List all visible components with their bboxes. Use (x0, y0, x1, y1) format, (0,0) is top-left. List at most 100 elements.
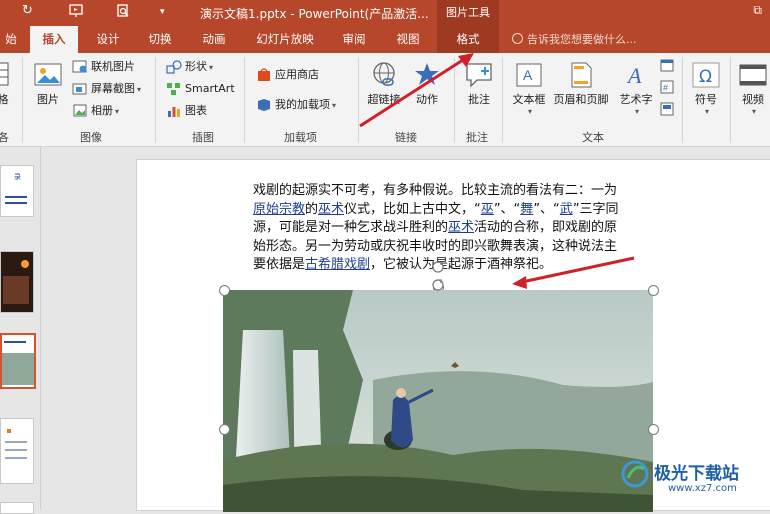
ribbon-display-options-icon[interactable]: ⧉ (753, 3, 762, 18)
comment-label: 批注 (468, 93, 490, 106)
text-run: 的 (305, 201, 319, 217)
picture-handle-mid-left[interactable] (219, 424, 230, 435)
lightbulb-icon (512, 33, 523, 44)
partial-button-left-label: 格 (0, 93, 9, 106)
text-run: 戏剧的起源实不可考，有多种假说。比较主流的看法有二：一为 (253, 183, 618, 198)
slide-thumbnail-1[interactable]: 录 (0, 165, 34, 217)
smartart-label: SmartArt (185, 82, 235, 95)
group-label-addins: 加载项 (284, 131, 317, 144)
hyperlink-primitive-religion[interactable]: 原始宗教 (253, 202, 305, 217)
present-from-start-icon[interactable] (68, 3, 84, 23)
tab-transitions[interactable]: 切换 (138, 26, 182, 53)
tab-home[interactable]: 始 (0, 26, 22, 53)
tab-format[interactable]: 格式 (437, 26, 499, 53)
header-footer-icon (571, 62, 592, 88)
hyperlink-button[interactable]: 超链接 (364, 61, 404, 107)
tell-me-search[interactable]: 告诉我您想要做什么... (512, 26, 637, 53)
tab-review[interactable]: 审阅 (332, 26, 376, 53)
album-button[interactable]: 相册 ▾ (72, 102, 119, 120)
smartart-icon (167, 83, 180, 95)
hyperlink-greek-drama[interactable]: 古希腊戏剧 (305, 257, 370, 272)
tab-animations[interactable]: 动画 (192, 26, 236, 53)
album-label: 相册 (91, 104, 113, 117)
group-label-comments: 批注 (466, 131, 488, 144)
wordart-button[interactable]: A 艺术字 ▾ (614, 61, 658, 116)
picture-handle-top-right[interactable] (648, 285, 659, 296)
slide-thumbnail-3[interactable] (0, 333, 36, 389)
group-label-illustrations: 插图 (192, 131, 214, 144)
selected-picture[interactable] (223, 290, 653, 512)
my-addins-button[interactable]: 我的加载项 ▾ (256, 96, 336, 114)
slide-thumbnail-1-text: 录 (14, 173, 21, 181)
separator (454, 57, 455, 143)
svg-text:Ω: Ω (699, 67, 712, 87)
print-preview-icon[interactable] (115, 3, 131, 23)
action-star-icon (415, 63, 439, 85)
thumbnail-lines (4, 341, 26, 343)
ribbon-insert: 格 各 图片 联机图片 屏幕截图 ▾ 相册 ▾ 图像 形状 ▾ SmartArt 图表… (0, 53, 770, 147)
separator (502, 57, 503, 143)
picture-handle-top-left[interactable] (219, 285, 230, 296)
picture-rotate-handle[interactable] (431, 278, 445, 292)
fire-glow (21, 260, 29, 268)
online-picture-button[interactable]: 联机图片 (72, 58, 135, 76)
date-time-icon (660, 59, 674, 72)
app-store-button[interactable]: 应用商店 (256, 66, 319, 84)
picture-button[interactable]: 图片 (30, 61, 66, 107)
slide-thumbnail-4[interactable] (0, 418, 34, 484)
textbox-button[interactable]: A 文本框 ▾ (508, 61, 550, 116)
object-button[interactable] (660, 102, 674, 119)
video-label: 视频 (742, 93, 764, 106)
slide-thumbnail-pane[interactable]: 录 (0, 147, 41, 514)
partial-button-left[interactable]: 格 (0, 61, 12, 107)
aurora-logo-icon (621, 460, 649, 488)
tab-slideshow[interactable]: 幻灯片放映 (246, 26, 324, 53)
header-footer-button[interactable]: 页眉和页脚 (550, 61, 612, 107)
separator (22, 57, 23, 143)
hyperlink-wu[interactable]: 巫 (481, 202, 494, 217)
picture-handle-mid-right[interactable] (648, 424, 659, 435)
action-label: 动作 (416, 93, 438, 106)
watermark-url: www.xz7.com (668, 483, 737, 494)
app-store-label: 应用商店 (275, 68, 319, 81)
smartart-button[interactable]: SmartArt (166, 80, 235, 98)
shapes-button[interactable]: 形状 ▾ (166, 58, 213, 76)
album-icon (73, 104, 87, 117)
tab-insert[interactable]: 插入 (30, 26, 78, 53)
date-time-button[interactable] (660, 58, 674, 75)
svg-text:#: # (663, 83, 668, 93)
addins-icon (258, 99, 270, 111)
video-button[interactable]: 视频 ▾ (736, 61, 770, 116)
text-run: ”、“ (493, 201, 521, 217)
hyperlink-witchcraft-2[interactable]: 巫术 (448, 220, 474, 235)
wordart-label: 艺术字 (619, 93, 653, 106)
hyperlink-witchcraft[interactable]: 巫术 (318, 202, 344, 217)
hyperlink-label: 超链接 (367, 93, 401, 106)
slide-thumbnail-5[interactable] (0, 502, 34, 514)
symbol-button[interactable]: Ω 符号 ▾ (688, 61, 724, 116)
ribbon-tabs: 始 插入 设计 切换 动画 幻灯片放映 审阅 视图 格式 告诉我您想要做什么..… (0, 26, 770, 53)
screenshot-button[interactable]: 屏幕截图 ▾ (72, 80, 141, 98)
hyperlink-dance[interactable]: 舞 (520, 202, 533, 217)
tab-design[interactable]: 设计 (86, 26, 130, 53)
hyperlink-martial[interactable]: 武 (560, 202, 573, 217)
group-label-partial: 各 (0, 131, 9, 144)
slide-thumbnail-2[interactable] (0, 251, 34, 313)
chevron-down-icon: ▾ (332, 101, 337, 110)
action-button[interactable]: 动作 (408, 61, 446, 107)
chart-icon (168, 107, 180, 117)
redo-icon[interactable]: ↻ (22, 3, 33, 18)
separator (730, 57, 731, 143)
landscape-picture (223, 290, 653, 512)
text-run: 仪式，比如上古中文，“ (344, 201, 481, 217)
qat-dropdown-icon[interactable]: ▾ (160, 7, 165, 17)
chart-button[interactable]: 图表 (166, 102, 207, 120)
text-rotate-handle[interactable] (431, 260, 445, 274)
slide-number-button[interactable]: # (660, 80, 674, 97)
comment-button[interactable]: 批注 (460, 61, 498, 107)
online-picture-label: 联机图片 (91, 60, 135, 73)
text-run: ，它被认为是起源于酒神祭祀。 (370, 257, 553, 272)
tab-view[interactable]: 视图 (386, 26, 430, 53)
group-label-links: 链接 (395, 131, 417, 144)
tell-me-text: 告诉我您想要做什么... (527, 33, 637, 46)
